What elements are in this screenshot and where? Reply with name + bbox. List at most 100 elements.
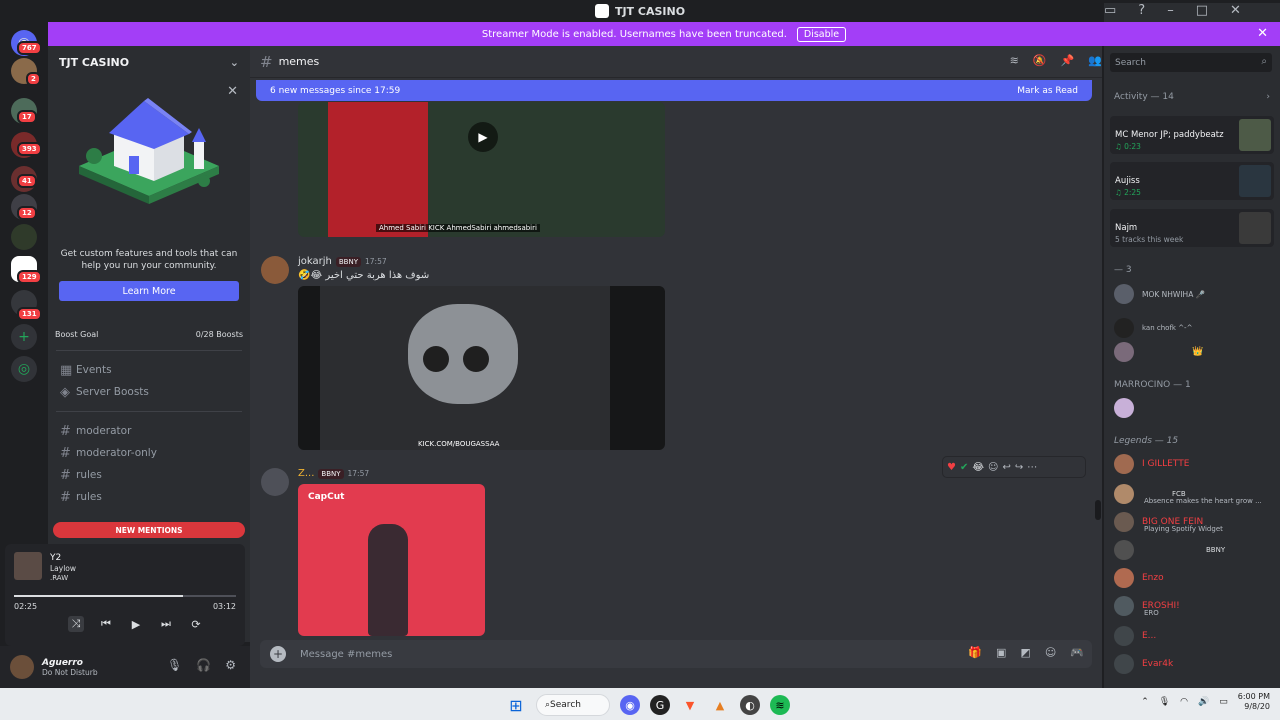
video-embed[interactable]: CapCut xyxy=(298,484,485,636)
brave-taskbar-icon[interactable]: ▼ xyxy=(680,695,700,715)
gear-icon[interactable]: ⚙ xyxy=(225,658,236,672)
forward-icon[interactable]: ↪ xyxy=(1015,462,1023,473)
avatar[interactable] xyxy=(10,655,34,679)
microphone-icon[interactable]: 🎙 xyxy=(167,658,182,672)
volume-icon[interactable]: 🔊 xyxy=(1198,697,1209,707)
add-reaction-icon[interactable]: ☺ xyxy=(988,462,998,473)
member-name: Enzo xyxy=(1142,573,1164,583)
add-server-icon[interactable]: + xyxy=(11,324,37,350)
member-item[interactable]: 👑 xyxy=(1114,340,1203,364)
author-name[interactable]: Z... xyxy=(298,468,314,479)
member-item[interactable]: Evar4k xyxy=(1114,652,1173,676)
avatar xyxy=(1114,626,1134,646)
threads-icon[interactable]: ≋ xyxy=(1010,54,1019,67)
close-icon[interactable]: ✕ xyxy=(227,84,238,99)
plus-icon[interactable]: + xyxy=(270,646,286,662)
sticker-icon[interactable]: ◩ xyxy=(1020,646,1030,659)
members-icon[interactable]: 👥 xyxy=(1088,54,1102,67)
search-placeholder: Search xyxy=(1115,57,1146,68)
channel-label: moderator xyxy=(76,425,132,437)
taskbar-clock[interactable]: 6:00 PM 9/8/20 xyxy=(1238,692,1270,712)
activities-icon[interactable]: 🎮 xyxy=(1070,646,1084,659)
member-item[interactable]: EROSHI! ERO xyxy=(1114,594,1180,618)
video-figure xyxy=(423,346,449,372)
message-composer[interactable]: + Message #memes 🎁 ▣ ◩ ☺ 🎮 xyxy=(260,640,1092,668)
app-taskbar-icon[interactable]: G xyxy=(650,695,670,715)
gift-icon[interactable]: 🎁 xyxy=(968,646,982,659)
spotify-taskbar-icon[interactable]: ≋ xyxy=(770,695,790,715)
search-icon: ⌕ xyxy=(1261,56,1267,67)
video-embed[interactable]: ▶ Ahmed Sabiri KICK AhmedSabiri ahmedsab… xyxy=(298,102,665,237)
gif-icon[interactable]: ▣ xyxy=(996,646,1006,659)
activity-thumbnail xyxy=(1239,119,1271,151)
member-item[interactable]: BIG ONE FEIN Playing Spotify Widget xyxy=(1114,510,1223,534)
mark-as-read-button[interactable]: Mark as Read xyxy=(1017,86,1078,96)
battery-icon[interactable]: ▭ xyxy=(1219,697,1228,707)
channel-events[interactable]: ▦ Events xyxy=(48,359,250,381)
microphone-icon[interactable]: 🎙 xyxy=(1159,697,1170,707)
wifi-icon[interactable]: ◠ xyxy=(1180,697,1188,707)
avatar[interactable] xyxy=(261,256,289,284)
avatar xyxy=(1114,654,1134,674)
windows-start-icon[interactable]: ⊞ xyxy=(506,695,526,715)
server-header[interactable]: TJT CASINO ⌄ xyxy=(48,46,250,78)
channel-server-boosts[interactable]: ◈ Server Boosts xyxy=(48,381,250,403)
previous-icon[interactable]: ⏮ xyxy=(98,616,114,632)
emoji-icon[interactable]: ☺ xyxy=(1045,646,1056,659)
activity-title: MC Menor JP; paddybeatz xyxy=(1115,130,1224,140)
chevron-up-icon[interactable]: ⌃ xyxy=(1141,697,1149,707)
learn-more-button[interactable]: Learn More xyxy=(59,281,239,301)
notifications-icon[interactable]: 🔕 xyxy=(1033,54,1047,67)
video-embed[interactable]: KICK.COM/BOUGASSAA xyxy=(298,286,665,450)
shuffle-icon[interactable]: ⤨ xyxy=(68,616,84,632)
member-item[interactable]: MOK NHWIHA 🎤 xyxy=(1114,282,1205,306)
next-icon[interactable]: ⏭ xyxy=(158,616,174,632)
play-icon[interactable]: ▶ xyxy=(128,616,144,632)
author-name[interactable]: jokarjh xyxy=(298,256,332,267)
member-item[interactable]: FCB Absence makes the heart grow ... xyxy=(1114,482,1262,506)
channel-moderator-only[interactable]: # moderator-only xyxy=(48,442,250,464)
pin-icon[interactable]: 📌 xyxy=(1061,54,1075,67)
new-mentions-pill[interactable]: NEW MENTIONS xyxy=(53,522,245,538)
activity-sub: ♫ 2:25 xyxy=(1115,188,1141,197)
member-item[interactable] xyxy=(1114,396,1142,420)
member-item[interactable]: I GILLETTE xyxy=(1114,452,1189,476)
close-icon[interactable]: ✕ xyxy=(1257,26,1268,41)
channel-moderator[interactable]: # moderator xyxy=(48,420,250,442)
member-name: 👑 xyxy=(1192,347,1204,357)
boost-goal[interactable]: Boost Goal 0/28 Boosts xyxy=(55,326,243,342)
laugh-react-icon[interactable]: 😂 xyxy=(972,462,984,473)
check-react-icon[interactable]: ✔ xyxy=(960,462,968,473)
discord-taskbar-icon[interactable]: ◉ xyxy=(620,695,640,715)
server-badge: 131 xyxy=(17,307,42,321)
disable-streamer-mode-button[interactable]: Disable xyxy=(796,26,847,42)
headphones-icon[interactable]: 🎧 xyxy=(196,658,211,672)
app-taskbar-icon[interactable]: ◐ xyxy=(740,695,760,715)
member-item[interactable]: BBNY xyxy=(1114,538,1225,562)
activity-card[interactable]: Aujiss ♫ 2:25 xyxy=(1110,162,1274,200)
activity-header[interactable]: Activity — 14 › xyxy=(1114,92,1270,102)
search-input[interactable]: Search ⌕ xyxy=(1110,53,1272,72)
server-promo: ✕ Get custom features and tools that can… xyxy=(48,78,250,318)
avatar xyxy=(1114,284,1134,304)
avatar[interactable] xyxy=(261,468,289,496)
repeat-icon[interactable]: ⟳ xyxy=(188,616,204,632)
activity-card[interactable]: Najm 5 tracks this week xyxy=(1110,209,1274,247)
discover-icon[interactable]: ◎ xyxy=(11,356,37,382)
member-item[interactable]: E... xyxy=(1114,624,1156,648)
activity-card[interactable]: MC Menor JP; paddybeatz ♫ 0:23 xyxy=(1110,116,1274,154)
app-taskbar-icon[interactable]: ▲ xyxy=(710,695,730,715)
member-item[interactable]: kan chofk ^-^ xyxy=(1114,316,1192,340)
heart-react-icon[interactable]: ♥ xyxy=(947,462,956,473)
channel-rules[interactable]: # rules xyxy=(48,464,250,486)
play-icon[interactable]: ▶ xyxy=(468,122,498,152)
taskbar-search[interactable]: ⌕ Search xyxy=(536,694,610,716)
member-item[interactable]: Enzo xyxy=(1114,566,1164,590)
reply-icon[interactable]: ↩ xyxy=(1002,462,1010,473)
new-messages-bar[interactable]: 6 new messages since 17:59 Mark as Read xyxy=(256,80,1092,101)
scrollbar-thumb[interactable] xyxy=(1095,500,1101,520)
server-icon[interactable] xyxy=(11,224,37,250)
channel-rules-2[interactable]: # rules xyxy=(48,486,250,508)
progress-bar[interactable] xyxy=(14,595,236,597)
more-icon[interactable]: ⋯ xyxy=(1027,462,1037,473)
